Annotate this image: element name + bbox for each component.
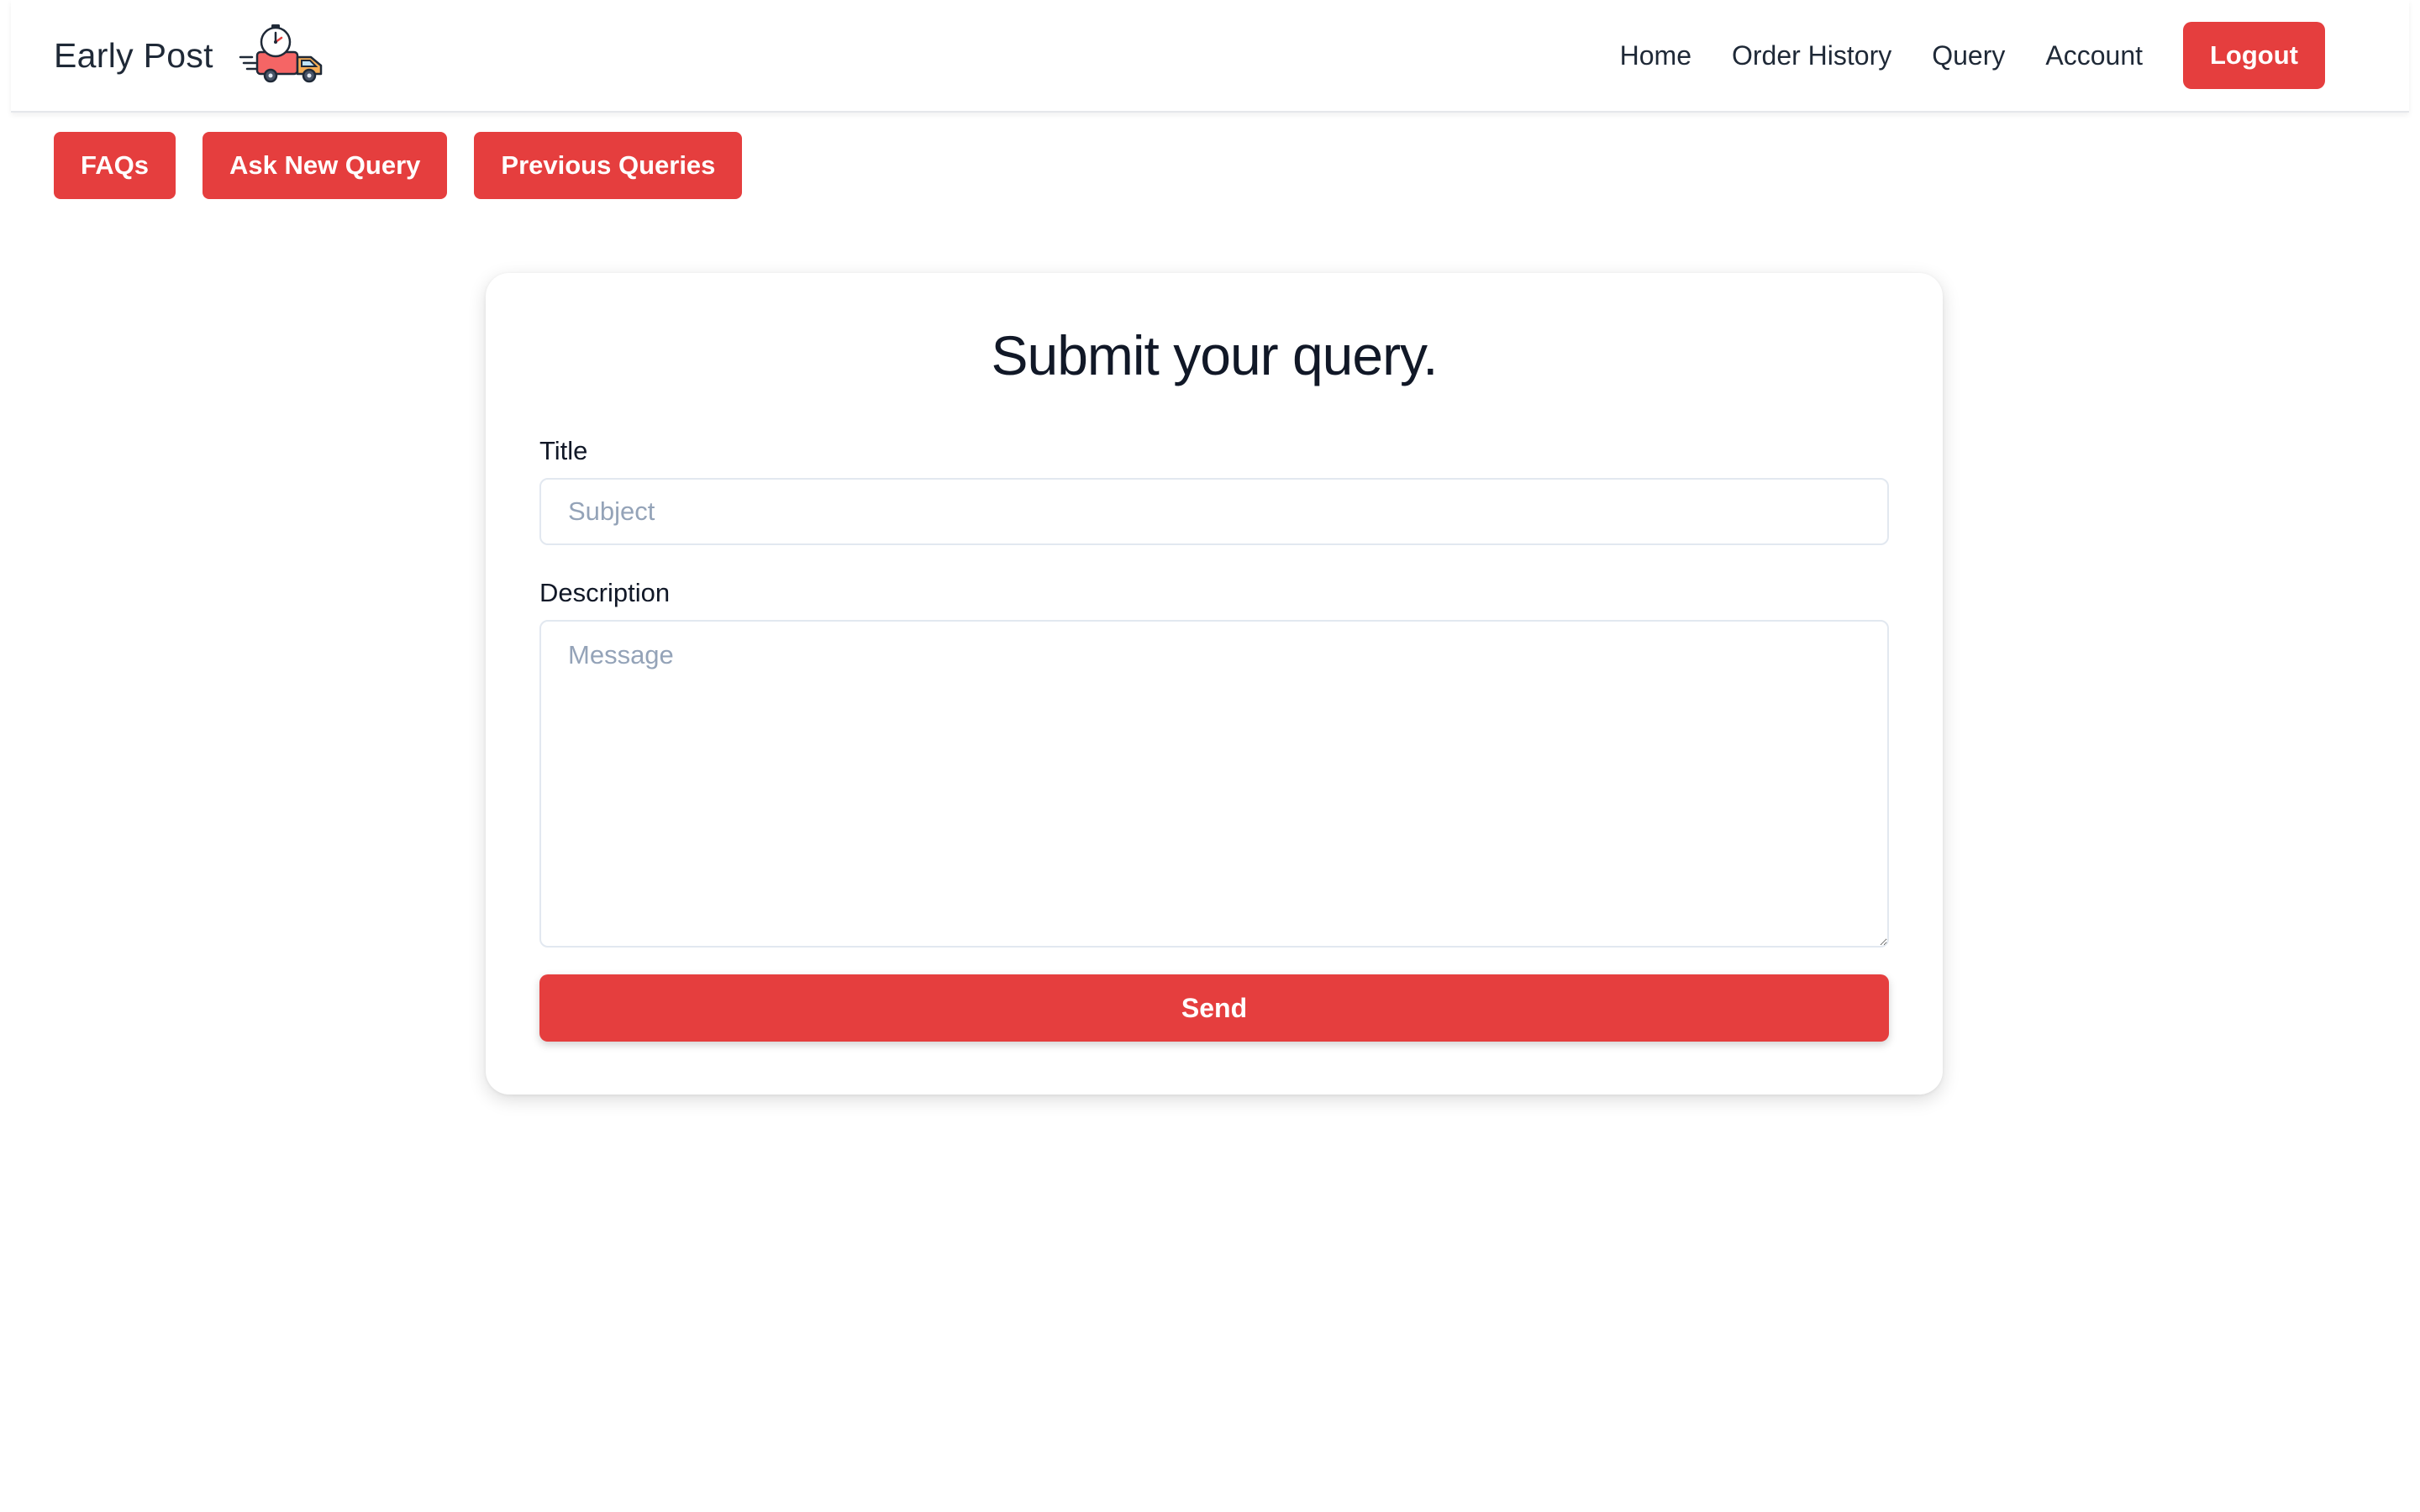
description-textarea[interactable] xyxy=(539,620,1889,948)
nav-order-history[interactable]: Order History xyxy=(1732,40,1891,71)
logout-button[interactable]: Logout xyxy=(2183,22,2325,89)
previous-queries-button[interactable]: Previous Queries xyxy=(474,132,743,199)
title-input[interactable] xyxy=(539,478,1889,545)
form-title: Submit your query. xyxy=(991,324,1438,386)
query-form-card: Submit your query. Title Description Sen… xyxy=(486,273,1943,1095)
faqs-button[interactable]: FAQs xyxy=(54,132,176,199)
delivery-truck-stopwatch-icon xyxy=(239,24,323,83)
description-label: Description xyxy=(539,578,671,607)
brand[interactable]: Early Post xyxy=(54,24,326,87)
brand-name: Early Post xyxy=(54,35,213,75)
top-navbar: Early Post Home Order History Query Acco… xyxy=(11,0,2409,113)
main-nav: Home Order History Query Account Logout xyxy=(1580,22,2325,89)
nav-query[interactable]: Query xyxy=(1932,40,2005,71)
nav-account[interactable]: Account xyxy=(2045,40,2143,71)
nav-home[interactable]: Home xyxy=(1620,40,1691,71)
ask-new-query-button[interactable]: Ask New Query xyxy=(202,132,448,199)
title-label: Title xyxy=(539,436,588,465)
query-subnav: FAQs Ask New Query Previous Queries xyxy=(54,132,769,199)
send-button[interactable]: Send xyxy=(539,974,1889,1042)
